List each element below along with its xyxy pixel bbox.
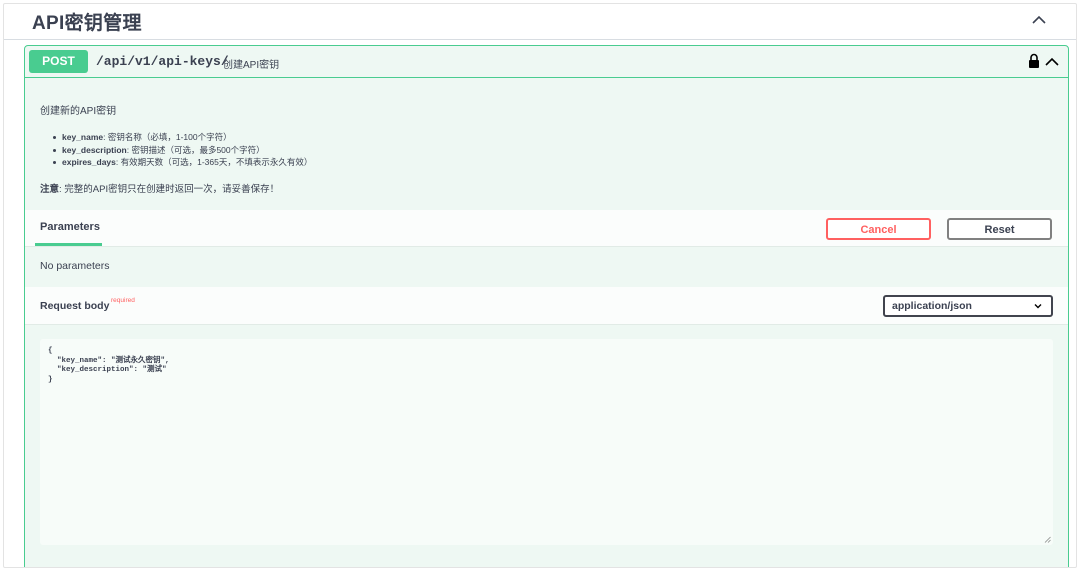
required-marker: required bbox=[111, 297, 135, 304]
request-body-label: Request body bbox=[40, 300, 110, 312]
tab-parameters[interactable]: Parameters bbox=[40, 221, 100, 233]
endpoint-path: /api/v1/api-keys/ bbox=[96, 54, 229, 69]
description-intro: 创建新的API密钥 bbox=[40, 106, 117, 117]
list-item: key_name: 密钥名称（必填，1-100个字符） bbox=[53, 131, 1040, 144]
cancel-button[interactable]: Cancel bbox=[826, 218, 931, 240]
tab-active-indicator bbox=[35, 243, 102, 246]
request-body-header: Request body required application/json bbox=[25, 287, 1068, 325]
section-header[interactable]: API密钥管理 bbox=[4, 4, 1076, 40]
list-item: key_description: 密钥描述（可选，最多500个字符） bbox=[53, 144, 1040, 157]
request-body-editor[interactable]: { "key_name": "测试永久密钥", "key_description… bbox=[40, 339, 1053, 545]
param-name: key_name bbox=[62, 132, 104, 142]
param-text: : 密钥名称（必填，1-100个字符） bbox=[103, 132, 232, 142]
operation-block: POST /api/v1/api-keys/ 创建API密钥 创建新的API密钥… bbox=[24, 45, 1069, 567]
operation-description: 创建新的API密钥 key_name: 密钥名称（必填，1-100个字符） ke… bbox=[40, 102, 1040, 195]
warning-note: 注意: 完整的API密钥只在创建时返回一次，请妥善保存！ bbox=[40, 181, 1040, 195]
chevron-up-icon[interactable] bbox=[1044, 54, 1060, 70]
content-type-value: application/json bbox=[892, 300, 972, 312]
chevron-up-icon[interactable] bbox=[1030, 11, 1048, 29]
operation-summary[interactable]: POST /api/v1/api-keys/ 创建API密钥 bbox=[25, 46, 1068, 78]
content-type-select[interactable]: application/json bbox=[883, 295, 1053, 317]
scrollbar[interactable] bbox=[34, 567, 719, 568]
no-parameters-text: No parameters bbox=[40, 260, 110, 272]
request-body-json[interactable]: { "key_name": "测试永久密钥", "key_description… bbox=[48, 347, 170, 385]
param-text: : 有效期天数（可选，1-365天，不填表示永久有效） bbox=[115, 157, 313, 167]
reset-button[interactable]: Reset bbox=[947, 218, 1052, 240]
resize-handle-icon[interactable] bbox=[1044, 536, 1051, 543]
swagger-panel: API密钥管理 POST /api/v1/api-keys/ 创建API密钥 创… bbox=[3, 3, 1077, 568]
param-text: : 密钥描述（可选，最多500个字符） bbox=[126, 144, 265, 155]
parameters-header: Parameters Cancel Reset bbox=[25, 210, 1068, 247]
parameter-list: key_name: 密钥名称（必填，1-100个字符） key_descript… bbox=[40, 131, 1040, 169]
operation-summary-text: 创建API密钥 bbox=[223, 60, 280, 71]
list-item: expires_days: 有效期天数（可选，1-365天，不填表示永久有效） bbox=[53, 156, 1040, 169]
chevron-down-icon bbox=[1034, 304, 1042, 309]
method-badge: POST bbox=[29, 50, 88, 73]
note-label: 注意 bbox=[40, 183, 60, 195]
section-title: API密钥管理 bbox=[32, 13, 142, 34]
param-name: expires_days bbox=[62, 157, 116, 167]
lock-icon[interactable] bbox=[1028, 53, 1040, 69]
param-name: key_description bbox=[62, 144, 127, 155]
note-text: : 完整的API密钥只在创建时返回一次，请妥善保存！ bbox=[59, 183, 280, 195]
